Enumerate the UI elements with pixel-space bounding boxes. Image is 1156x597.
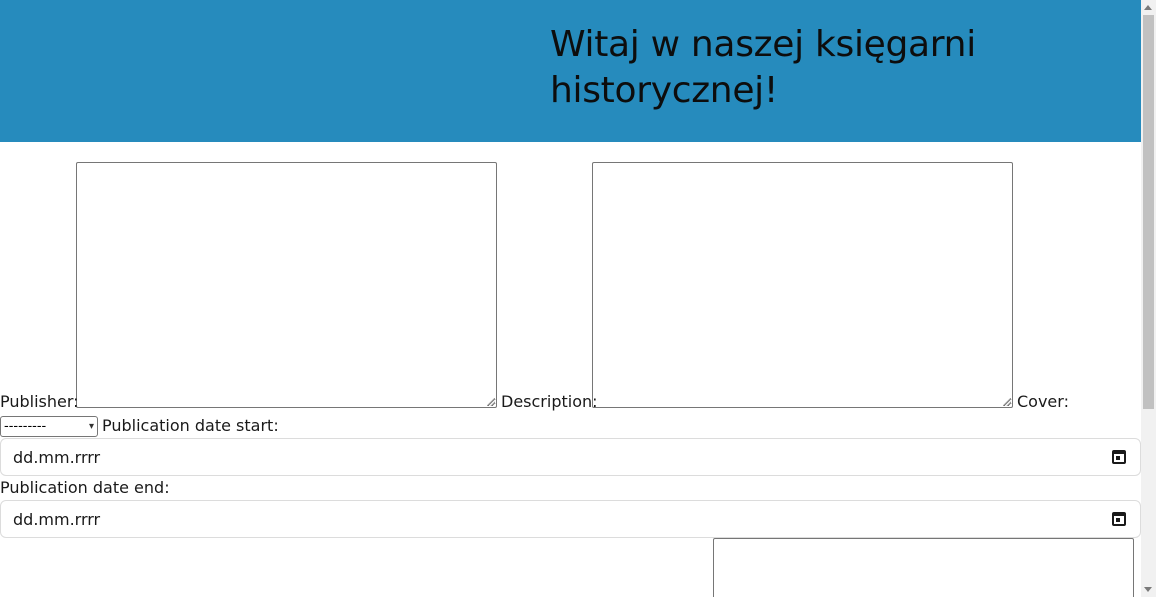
calendar-icon[interactable]	[1112, 512, 1126, 526]
date-start-input[interactable]: dd.mm.rrrr	[0, 438, 1141, 476]
calendar-icon[interactable]	[1112, 450, 1126, 464]
scroll-down-icon[interactable]	[1144, 587, 1152, 592]
chevron-down-icon: ▾	[88, 421, 94, 432]
date-start-label: Publication date start:	[102, 416, 279, 435]
cover-textarea[interactable]	[713, 538, 1134, 597]
publisher-select[interactable]: --------- ▾	[0, 416, 98, 437]
scroll-up-icon[interactable]	[1144, 5, 1152, 10]
date-end-label: Publication date end:	[0, 478, 170, 497]
page-title: Witaj w naszej księgarni historycznej!	[550, 24, 976, 111]
publisher-label: Publisher:	[0, 392, 79, 411]
description-label: Description:	[501, 392, 598, 411]
publisher-textarea[interactable]	[76, 162, 497, 408]
page: Witaj w naszej księgarni historycznej! P…	[0, 0, 1141, 597]
date-end-input[interactable]: dd.mm.rrrr	[0, 500, 1141, 538]
cover-label: Cover:	[1017, 392, 1069, 411]
description-textarea[interactable]	[592, 162, 1013, 408]
header-banner: Witaj w naszej księgarni historycznej!	[0, 0, 1141, 142]
date-start-value: dd.mm.rrrr	[13, 448, 101, 467]
vertical-scrollbar[interactable]	[1141, 0, 1156, 597]
date-end-value: dd.mm.rrrr	[13, 510, 101, 529]
scrollbar-thumb[interactable]	[1143, 15, 1154, 409]
select-value: ---------	[4, 419, 47, 434]
